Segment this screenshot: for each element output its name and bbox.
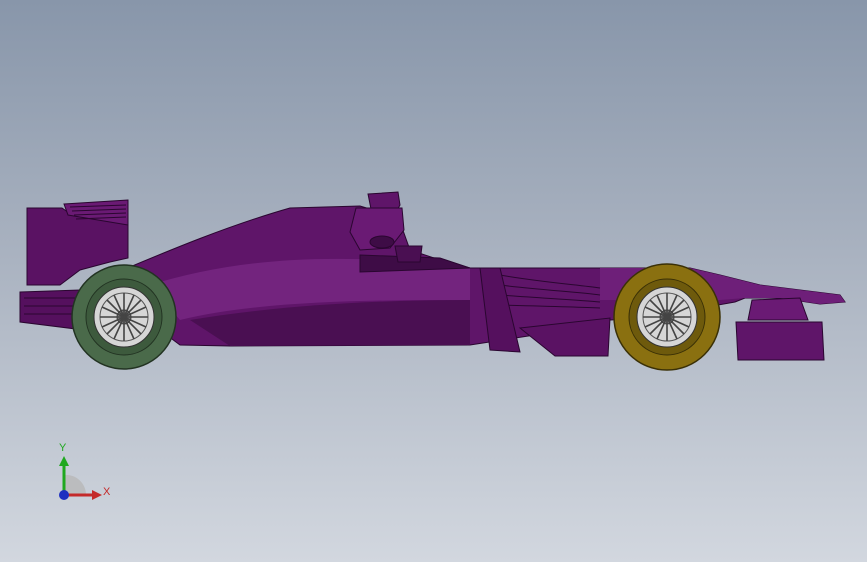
airbox: [349, 191, 471, 273]
y-axis-label: Y: [59, 442, 67, 454]
graphics-viewport[interactable]: Y X: [0, 0, 867, 562]
car-body: [117, 205, 846, 357]
x-axis-label: X: [103, 486, 111, 498]
reference-triad: Y X: [48, 440, 118, 510]
rear-wheel: [71, 264, 177, 370]
front-wing: [735, 297, 825, 361]
front-wheel: [613, 263, 721, 371]
f1-car-model[interactable]: [0, 0, 867, 562]
z-axis-dot: [59, 490, 69, 500]
